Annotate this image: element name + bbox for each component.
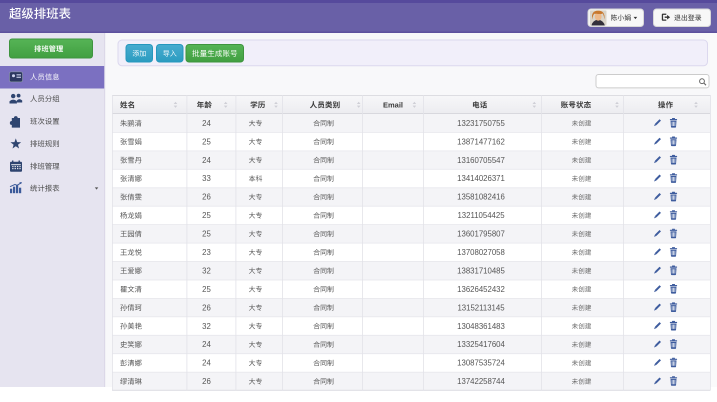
svg-text:24: 24 [202, 119, 211, 128]
svg-text:26: 26 [202, 377, 211, 386]
svg-text:25: 25 [202, 230, 211, 239]
svg-text:32: 32 [202, 266, 211, 275]
svg-text:13160705547: 13160705547 [457, 156, 505, 165]
svg-text:13871477162: 13871477162 [457, 137, 505, 146]
svg-text:13152113145: 13152113145 [457, 303, 505, 312]
svg-text:13626452432: 13626452432 [457, 285, 505, 294]
svg-text:13581082416: 13581082416 [457, 193, 505, 202]
svg-text:13831710485: 13831710485 [457, 266, 505, 275]
svg-text:26: 26 [202, 193, 211, 202]
svg-text:13211054425: 13211054425 [457, 211, 505, 220]
svg-text:24: 24 [202, 156, 211, 165]
svg-text:25: 25 [202, 137, 211, 146]
svg-text:32: 32 [202, 322, 211, 331]
svg-text:13231750755: 13231750755 [457, 119, 505, 128]
svg-text:23: 23 [202, 248, 211, 257]
svg-text:24: 24 [202, 359, 211, 368]
svg-text:25: 25 [202, 211, 211, 220]
svg-text:Email: Email [383, 101, 403, 110]
svg-text:13087535724: 13087535724 [457, 359, 505, 368]
svg-text:13048361483: 13048361483 [457, 322, 505, 331]
svg-text:13325417604: 13325417604 [457, 340, 505, 349]
svg-text:13414026371: 13414026371 [457, 174, 505, 183]
svg-text:13708027058: 13708027058 [457, 248, 505, 257]
svg-text:25: 25 [202, 285, 211, 294]
svg-text:13601795807: 13601795807 [457, 230, 505, 239]
svg-text:13742258744: 13742258744 [457, 377, 505, 386]
svg-text:33: 33 [202, 174, 211, 183]
svg-text:24: 24 [202, 340, 211, 349]
svg-text:26: 26 [202, 303, 211, 312]
